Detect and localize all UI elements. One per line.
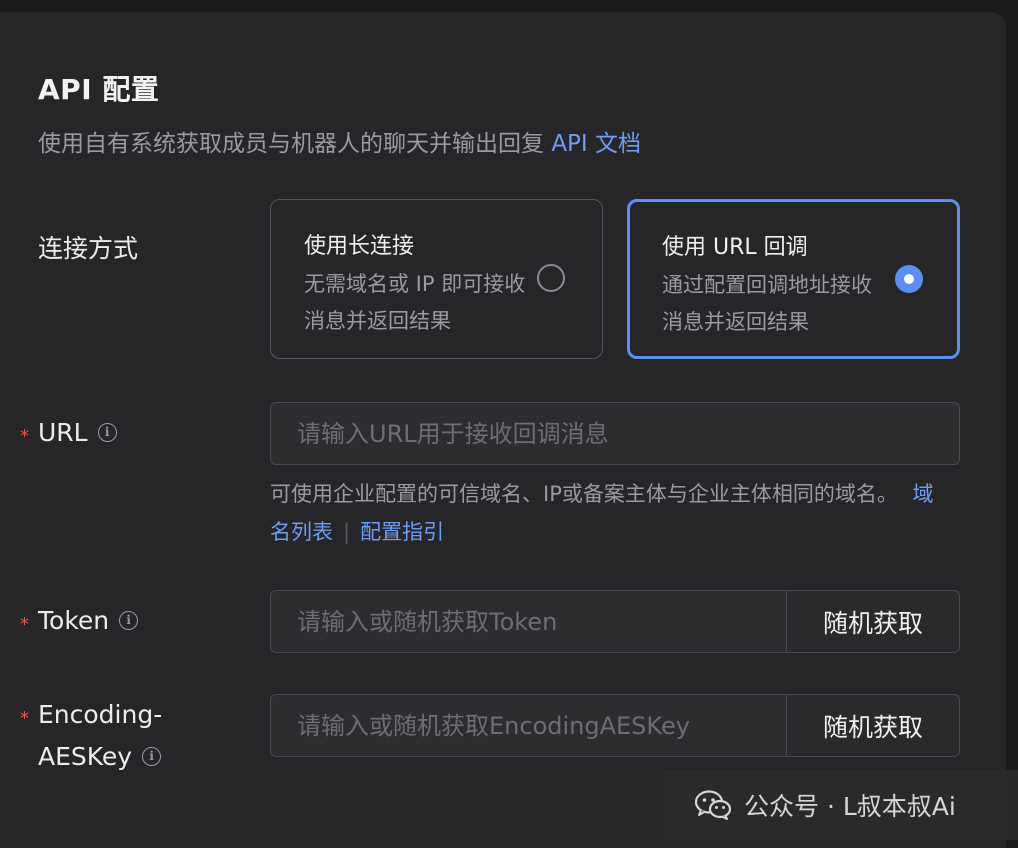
option-long-connection-title: 使用长连接 — [304, 234, 415, 259]
option-url-callback-desc: 通过配置回调地址接收消息并返回结果 — [662, 273, 872, 334]
option-long-connection-desc: 无需域名或 IP 即可接收消息并返回结果 — [304, 272, 526, 333]
radio-long-connection[interactable] — [537, 264, 565, 292]
aes-random-button[interactable]: 随机获取 — [786, 694, 960, 757]
url-help-text: 可使用企业配置的可信域名、IP或备案主体与企业主体相同的域名。 域名列表 | 配置指… — [270, 475, 950, 551]
token-label-text: Token — [38, 606, 110, 635]
aes-label-line1: Encoding- — [38, 700, 163, 729]
url-input[interactable] — [270, 402, 960, 465]
config-guide-link[interactable]: 配置指引 — [360, 520, 444, 544]
subtitle-text: 使用自有系统获取成员与机器人的聊天并输出回复 — [38, 131, 544, 157]
url-label-text: URL — [38, 418, 88, 447]
info-icon[interactable]: i — [119, 611, 139, 630]
page-subtitle: 使用自有系统获取成员与机器人的聊天并输出回复 API 文档 — [38, 124, 641, 158]
aes-label-text: AESKey — [38, 742, 133, 771]
aes-key-input[interactable] — [270, 694, 787, 757]
link-separator: | — [343, 520, 351, 544]
option-long-connection[interactable]: 使用长连接 无需域名或 IP 即可接收消息并返回结果 — [270, 199, 603, 359]
option-url-callback[interactable]: 使用 URL 回调 通过配置回调地址接收消息并返回结果 — [627, 199, 960, 359]
page-title: API 配置 — [38, 73, 160, 106]
wechat-watermark: 公众号 · L叔本叔Ai — [664, 770, 1018, 840]
connection-method-label: 连接方式 — [38, 234, 139, 263]
token-random-button[interactable]: 随机获取 — [786, 590, 960, 653]
required-mark: * — [20, 614, 29, 635]
option-url-callback-title: 使用 URL 回调 — [662, 235, 808, 260]
info-icon[interactable]: i — [142, 747, 162, 766]
url-label: URL i — [38, 418, 117, 447]
api-docs-link[interactable]: API 文档 — [551, 131, 641, 157]
token-input[interactable] — [270, 590, 787, 653]
info-icon[interactable]: i — [97, 423, 117, 442]
watermark-text: 公众号 · L叔本叔Ai — [744, 792, 956, 821]
radio-url-callback[interactable] — [895, 265, 923, 293]
token-label: Token i — [38, 606, 139, 635]
wechat-icon — [694, 790, 732, 820]
url-help-desc: 可使用企业配置的可信域名、IP或备案主体与企业主体相同的域名。 — [270, 482, 898, 506]
required-mark: * — [20, 426, 29, 447]
required-mark: * — [20, 708, 29, 729]
aes-label-line2: AESKey i — [38, 742, 162, 771]
